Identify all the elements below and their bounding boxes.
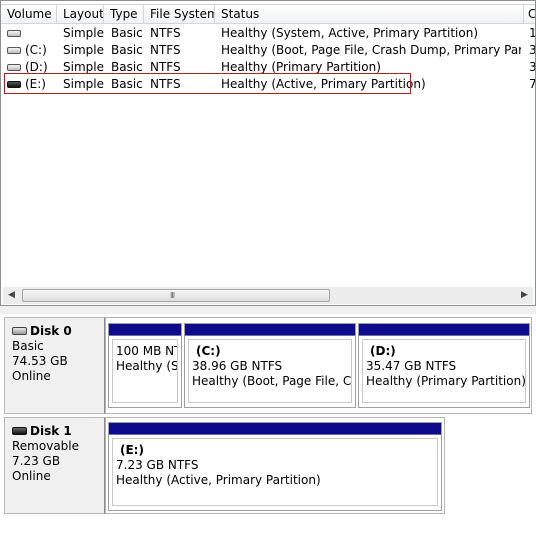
partition-size: 7.23 GB NTFS <box>116 458 199 472</box>
cell-layout: Simple <box>63 43 104 57</box>
disk-0-type: Basic <box>12 339 44 353</box>
partition-d[interactable]: (D:) 35.47 GB NTFS Healthy (Primary Part… <box>358 323 530 408</box>
cell-capacity: 7 <box>529 77 536 91</box>
scroll-grip-icon: III <box>170 291 175 300</box>
partition-label: (E:) <box>120 443 144 457</box>
column-header-capacity[interactable]: C <box>524 5 535 24</box>
column-header-status[interactable]: Status <box>215 5 524 24</box>
partition-system-reserved[interactable]: 100 MB NTFS Healthy (System, Active, Pri… <box>108 323 182 408</box>
disk-0-name: Disk 0 <box>12 324 104 339</box>
volume-list[interactable]: Volume Layout Type File System Status C … <box>0 0 536 306</box>
partition-status: Healthy (System, Active, Primary Partiti… <box>116 359 178 373</box>
partition-c[interactable]: (C:) 38.96 GB NTFS Healthy (Boot, Page F… <box>184 323 356 408</box>
disk-1-status: Online <box>12 469 51 483</box>
disk-1-name: Disk 1 <box>12 424 104 439</box>
partition-size: 100 MB NTFS <box>116 344 177 358</box>
partition-size: 38.96 GB NTFS <box>192 359 283 373</box>
horizontal-scrollbar[interactable]: ◀ III ▶ <box>3 287 533 304</box>
partition-label: (D:) <box>370 344 396 358</box>
table-row[interactable]: (C:) Simple Basic NTFS Healthy (Boot, Pa… <box>1 42 536 59</box>
drive-icon <box>7 64 21 71</box>
disk-1-size: 7.23 GB <box>12 454 61 468</box>
partition-label: (C:) <box>196 344 221 358</box>
cell-type: Basic <box>111 43 143 57</box>
disk-1-header[interactable]: Disk 1 Removable 7.23 GB Online <box>4 417 105 514</box>
disk-graphical-view: Disk 0 Basic 74.53 GB Online 100 MB NTFS… <box>0 314 536 559</box>
disk-1-partitions: (E:) 7.23 GB NTFS Healthy (Active, Prima… <box>105 417 445 514</box>
cell-capacity: 3 <box>529 60 536 74</box>
cell-file-system: NTFS <box>150 26 181 40</box>
disk-0-header[interactable]: Disk 0 Basic 74.53 GB Online <box>4 317 105 414</box>
partition-bar <box>185 324 355 336</box>
removable-disk-icon <box>12 427 27 435</box>
column-header-volume[interactable]: Volume <box>1 5 57 24</box>
drive-icon <box>7 30 21 37</box>
partition-bar <box>109 324 181 336</box>
disk-0-partitions: 100 MB NTFS Healthy (System, Active, Pri… <box>105 317 532 414</box>
cell-status: Healthy (Boot, Page File, Crash Dump, Pr… <box>221 43 521 57</box>
partition-e[interactable]: (E:) 7.23 GB NTFS Healthy (Active, Prima… <box>108 422 442 511</box>
cell-layout: Simple <box>63 26 104 40</box>
partition-status: Healthy (Active, Primary Partition) <box>116 473 321 487</box>
partition-bar <box>359 324 529 336</box>
cell-status: Healthy (System, Active, Primary Partiti… <box>221 26 479 40</box>
disk-icon <box>12 327 27 335</box>
selection-highlight <box>4 73 411 94</box>
cell-capacity: 1 <box>529 26 536 40</box>
column-header-type[interactable]: Type <box>104 5 144 24</box>
disk-0-size: 74.53 GB <box>12 354 68 368</box>
scroll-left-button[interactable]: ◀ <box>3 287 20 304</box>
scroll-right-button[interactable]: ▶ <box>516 287 533 304</box>
drive-icon <box>7 47 21 54</box>
table-row[interactable]: Simple Basic NTFS Healthy (System, Activ… <box>1 25 536 42</box>
scroll-thumb[interactable]: III <box>22 289 330 302</box>
disk-0-status: Online <box>12 369 51 383</box>
list-header: Volume Layout Type File System Status C <box>1 4 535 24</box>
cell-type: Basic <box>111 26 143 40</box>
partition-size: 35.47 GB NTFS <box>366 359 457 373</box>
cell-file-system: NTFS <box>150 43 181 57</box>
partition-bar <box>109 423 441 435</box>
partition-status: Healthy (Primary Partition) <box>366 374 526 388</box>
column-header-layout[interactable]: Layout <box>57 5 104 24</box>
partition-status: Healthy (Boot, Page File, Crash Dump, Pr… <box>192 374 352 388</box>
cell-volume: (C:) <box>25 43 47 57</box>
column-header-file-system[interactable]: File System <box>144 5 215 24</box>
disk-1-type: Removable <box>12 439 80 453</box>
cell-capacity: 3 <box>529 43 536 57</box>
